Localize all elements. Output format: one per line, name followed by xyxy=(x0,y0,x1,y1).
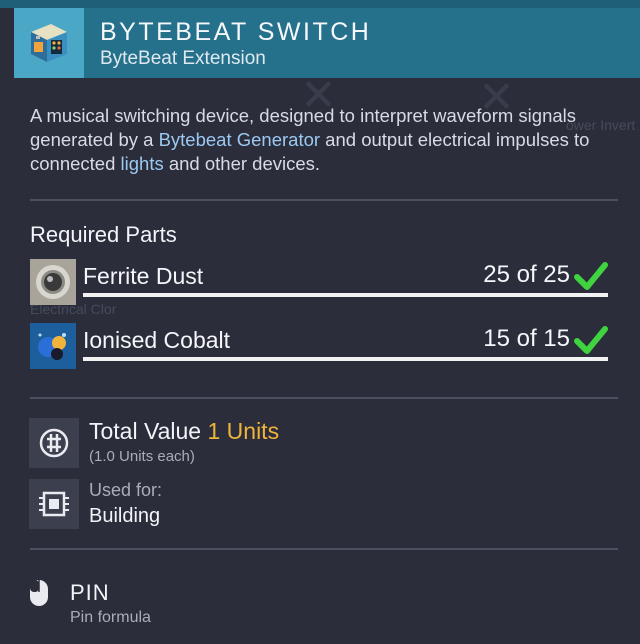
bytebeat-switch-icon xyxy=(14,8,84,78)
top-strip xyxy=(0,0,640,8)
units-icon xyxy=(29,418,79,468)
mouse-icon xyxy=(30,580,48,606)
total-value-label: Total Value 1 Units xyxy=(89,418,279,445)
pin-button[interactable]: PIN xyxy=(70,580,110,606)
item-header: BYTEBEAT SWITCH ByteBeat Extension xyxy=(14,8,640,78)
item-description: A musical switching device, designed to … xyxy=(30,104,620,176)
lights-link[interactable]: lights xyxy=(121,153,164,174)
part-progress-bar xyxy=(83,357,608,361)
checkmark-icon xyxy=(574,326,608,354)
units-each: (1.0 Units each) xyxy=(89,448,195,465)
used-for-label: Used for: xyxy=(89,480,163,500)
used-for-value: Building xyxy=(89,505,161,527)
part-count: 25 of 25 xyxy=(483,261,570,288)
ferrite-dust-icon xyxy=(30,259,76,305)
pin-subtitle: Pin formula xyxy=(70,609,151,626)
chip-icon xyxy=(29,479,79,529)
bytebeat-generator-link[interactable]: Bytebeat Generator xyxy=(159,129,320,150)
divider xyxy=(30,199,618,201)
part-name: Ionised Cobalt xyxy=(83,327,231,353)
total-value-amount: 1 Units xyxy=(207,418,280,444)
required-part-row[interactable]: Ferrite Dust 25 of 25 xyxy=(30,259,610,307)
total-value-text: Total Value xyxy=(89,418,202,444)
divider xyxy=(30,397,618,399)
part-count: 15 of 15 xyxy=(483,325,570,352)
part-progress-bar xyxy=(83,293,608,297)
divider xyxy=(30,548,618,550)
part-name: Ferrite Dust xyxy=(83,263,204,289)
description-text: and other devices. xyxy=(163,153,321,174)
item-subtitle: ByteBeat Extension xyxy=(100,48,266,69)
item-title: BYTEBEAT SWITCH xyxy=(100,18,372,46)
checkmark-icon xyxy=(574,262,608,290)
ionised-cobalt-icon xyxy=(30,323,76,369)
required-parts-title: Required Parts xyxy=(30,222,177,247)
required-part-row[interactable]: Ionised Cobalt 15 of 15 xyxy=(30,323,610,371)
